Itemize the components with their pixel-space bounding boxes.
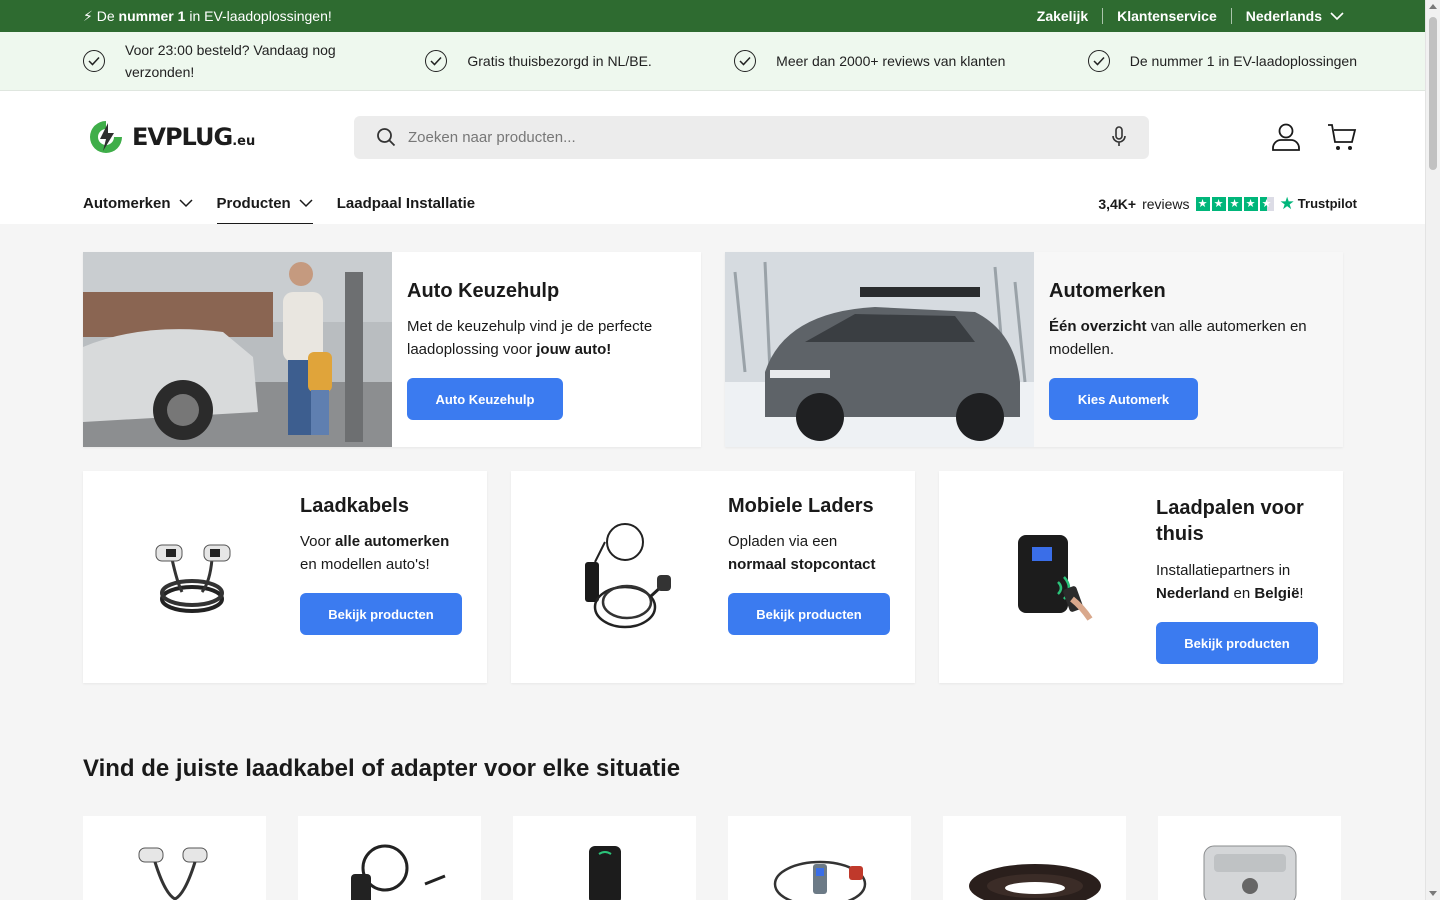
nav-item-automerken[interactable]: Automerken (83, 183, 193, 225)
card-title: Laadkabels (300, 495, 409, 517)
category-cards: Laadkabels Voor alle automerken en model… (83, 471, 1343, 683)
announcement-text: ⚡ De nummer 1 in EV-laadoplossingen! (83, 7, 332, 24)
wallbox-icon (588, 846, 621, 900)
card-laadkabels: Laadkabels Voor alle automerken en model… (83, 471, 487, 683)
cart-icon[interactable] (1327, 122, 1357, 152)
cable-coil-icon (968, 864, 1101, 900)
card-title: Auto Keuzehulp (407, 280, 560, 302)
powerstation-icon (1203, 845, 1296, 900)
account-icon[interactable] (1271, 122, 1301, 152)
trustpilot-widget[interactable]: 3,4K+ reviews ★ ★ ★ ★ ★ ★ Trustpilot (1098, 194, 1357, 214)
mobiele-laders-image (511, 471, 728, 683)
card-text: Één overzicht van alle automerken en mod… (1049, 318, 1307, 358)
card-body: Laadpalen voor thuis Installatiepartners… (1156, 471, 1343, 683)
usp-item: Voor 23:00 besteld? Vandaag nog verzonde… (83, 39, 343, 83)
utility-links: Zakelijk Klantenservice Nederlands (1037, 8, 1344, 24)
check-circle-icon (425, 50, 448, 72)
logo-wordmark: EVPLUG.eu (132, 123, 256, 151)
product-tile[interactable] (83, 816, 266, 900)
main-content: Auto Keuzehulp Met de keuzehulp vind je … (0, 224, 1425, 900)
business-link[interactable]: Zakelijk (1037, 8, 1088, 24)
card-body: Mobiele Laders Opladen via een normaal s… (728, 471, 915, 683)
search-bar[interactable] (354, 115, 1149, 159)
card-text: Met de keuzehulp vind je de perfecte laa… (407, 318, 653, 358)
usp-item: De nummer 1 in EV-laadoplossingen (1087, 50, 1357, 72)
check-circle-icon (734, 50, 757, 72)
section-title: Vind de juiste laadkabel of adapter voor… (83, 755, 681, 782)
page-scrollbar[interactable] (1425, 0, 1440, 900)
card-title: Mobiele Laders (728, 495, 874, 517)
rating-stars: ★ ★ ★ ★ ★ (1195, 196, 1274, 211)
divider (1230, 8, 1232, 24)
check-circle-icon (83, 50, 105, 72)
automerken-photo (725, 252, 1034, 447)
trustpilot-star-icon: ★ (1279, 193, 1295, 213)
usp-item: Meer dan 2000+ reviews van klanten (734, 50, 1005, 72)
announcement-bar: ⚡ De nummer 1 in EV-laadoplossingen! Zak… (0, 0, 1440, 32)
reviews-count: 3,4K+ (1098, 195, 1137, 212)
chevron-down-icon (179, 199, 193, 208)
search-icon (377, 128, 396, 147)
nav-item-laadpaal-installatie[interactable]: Laadpaal Installatie (337, 183, 475, 225)
laadpalen-button[interactable]: Bekijk producten (1156, 622, 1318, 664)
card-text: Voor alle automerken en modellen auto's! (300, 533, 450, 573)
chevron-down-icon (299, 199, 313, 208)
charger-icon (350, 844, 446, 900)
keuzehulp-photo (83, 252, 392, 447)
product-tile[interactable] (728, 816, 911, 900)
product-tile[interactable] (1158, 816, 1341, 900)
portable-charger-icon (773, 860, 866, 900)
check-circle-icon (1087, 50, 1110, 72)
auto-keuzehulp-button[interactable]: Auto Keuzehulp (407, 378, 563, 420)
product-tile[interactable] (513, 816, 696, 900)
card-title: Laadpalen voor thuis (1156, 497, 1304, 545)
scroll-up-arrow[interactable] (1429, 4, 1437, 9)
card-body: Auto Keuzehulp Met de keuzehulp vind je … (392, 252, 701, 447)
reviews-label: reviews (1142, 195, 1190, 212)
laadkabels-button[interactable]: Bekijk producten (300, 593, 462, 635)
star-icon: ★ (1227, 196, 1242, 211)
usp-item: Gratis thuisbezorgd in NL/BE. (425, 50, 652, 72)
scroll-thumb[interactable] (1429, 17, 1437, 170)
star-icon: ★ (1211, 196, 1226, 211)
usp-bar: Voor 23:00 besteld? Vandaag nog verzonde… (0, 32, 1440, 91)
card-mobiele-laders: Mobiele Laders Opladen via een normaal s… (511, 471, 915, 683)
site-header: EVPLUG.eu (0, 91, 1440, 183)
microphone-icon[interactable] (1111, 126, 1127, 148)
hero-cards: Auto Keuzehulp Met de keuzehulp vind je … (83, 252, 1343, 447)
laadkabels-image (83, 471, 300, 683)
language-selector[interactable]: Nederlands (1246, 8, 1344, 24)
laadpalen-image (939, 471, 1156, 683)
cable-icon (138, 847, 207, 900)
card-automerken: Automerken Één overzicht van alle autome… (725, 252, 1343, 447)
card-text: Opladen via een normaal stopcontact (728, 533, 876, 573)
product-tile[interactable] (298, 816, 481, 900)
mobiele-laders-button[interactable]: Bekijk producten (728, 593, 890, 635)
customer-service-link[interactable]: Klantenservice (1117, 8, 1217, 24)
card-laadpalen-thuis: Laadpalen voor thuis Installatiepartners… (939, 471, 1343, 683)
star-half-icon: ★ (1259, 196, 1274, 211)
search-input[interactable] (408, 128, 1099, 146)
card-auto-keuzehulp: Auto Keuzehulp Met de keuzehulp vind je … (83, 252, 701, 447)
card-body: Laadkabels Voor alle automerken en model… (300, 471, 487, 683)
card-text: Installatiepartners in Nederland en Belg… (1156, 562, 1304, 602)
product-carousel (83, 816, 1343, 900)
header-actions (1271, 122, 1357, 152)
scroll-down-arrow[interactable] (1429, 891, 1437, 896)
star-icon: ★ (1195, 196, 1210, 211)
logo-plug-icon (90, 121, 122, 153)
card-body: Automerken Één overzicht van alle autome… (1034, 252, 1343, 447)
star-icon: ★ (1243, 196, 1258, 211)
kies-automerk-button[interactable]: Kies Automerk (1049, 378, 1198, 420)
nav-item-producten[interactable]: Producten (216, 183, 313, 225)
main-nav: Automerken Producten Laadpaal Installati… (0, 183, 1440, 225)
card-title: Automerken (1049, 280, 1166, 302)
divider (1102, 8, 1104, 24)
chevron-down-icon (1330, 11, 1344, 20)
product-tile[interactable] (943, 816, 1126, 900)
language-label: Nederlands (1245, 8, 1322, 24)
site-logo[interactable]: EVPLUG.eu (88, 119, 354, 155)
trustpilot-logo: ★ Trustpilot (1279, 193, 1357, 213)
